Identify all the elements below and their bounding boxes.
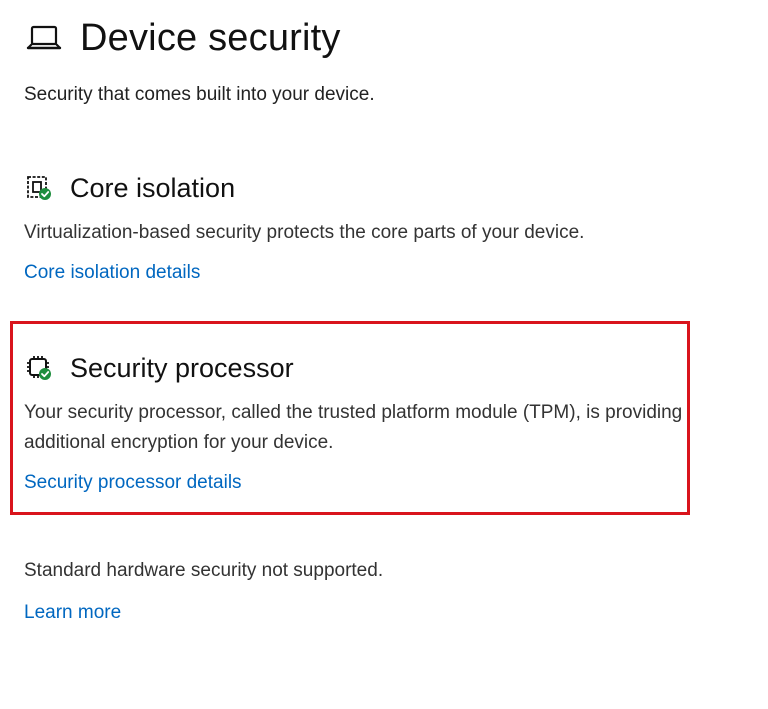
security-processor-details-link[interactable]: Security processor details: [24, 472, 242, 494]
standard-hardware-status: Standard hardware security not supported…: [24, 560, 384, 581]
learn-more-link[interactable]: Learn more: [24, 602, 121, 624]
page-title: Device security: [80, 16, 341, 59]
core-isolation-description: Virtualization-based security protects t…: [24, 222, 585, 243]
device-security-page: Device security Security that comes buil…: [0, 0, 768, 709]
security-processor-title: Security processor: [70, 352, 294, 383]
page-subtitle: Security that comes built into your devi…: [24, 84, 375, 105]
laptop-icon: [24, 18, 64, 58]
core-isolation-section: Core isolation Virtualization-based secu…: [24, 170, 696, 284]
core-isolation-icon: [24, 173, 54, 203]
security-processor-header: Security processor: [24, 350, 696, 386]
core-isolation-details-link[interactable]: Core isolation details: [24, 262, 200, 284]
security-processor-section: Security processor Your security process…: [24, 350, 696, 494]
page-header: Device security: [24, 12, 341, 64]
core-isolation-title: Core isolation: [70, 172, 236, 203]
security-processor-icon: [24, 353, 54, 383]
security-processor-description: Your security processor, called the trus…: [24, 402, 683, 453]
core-isolation-header: Core isolation: [24, 170, 696, 206]
